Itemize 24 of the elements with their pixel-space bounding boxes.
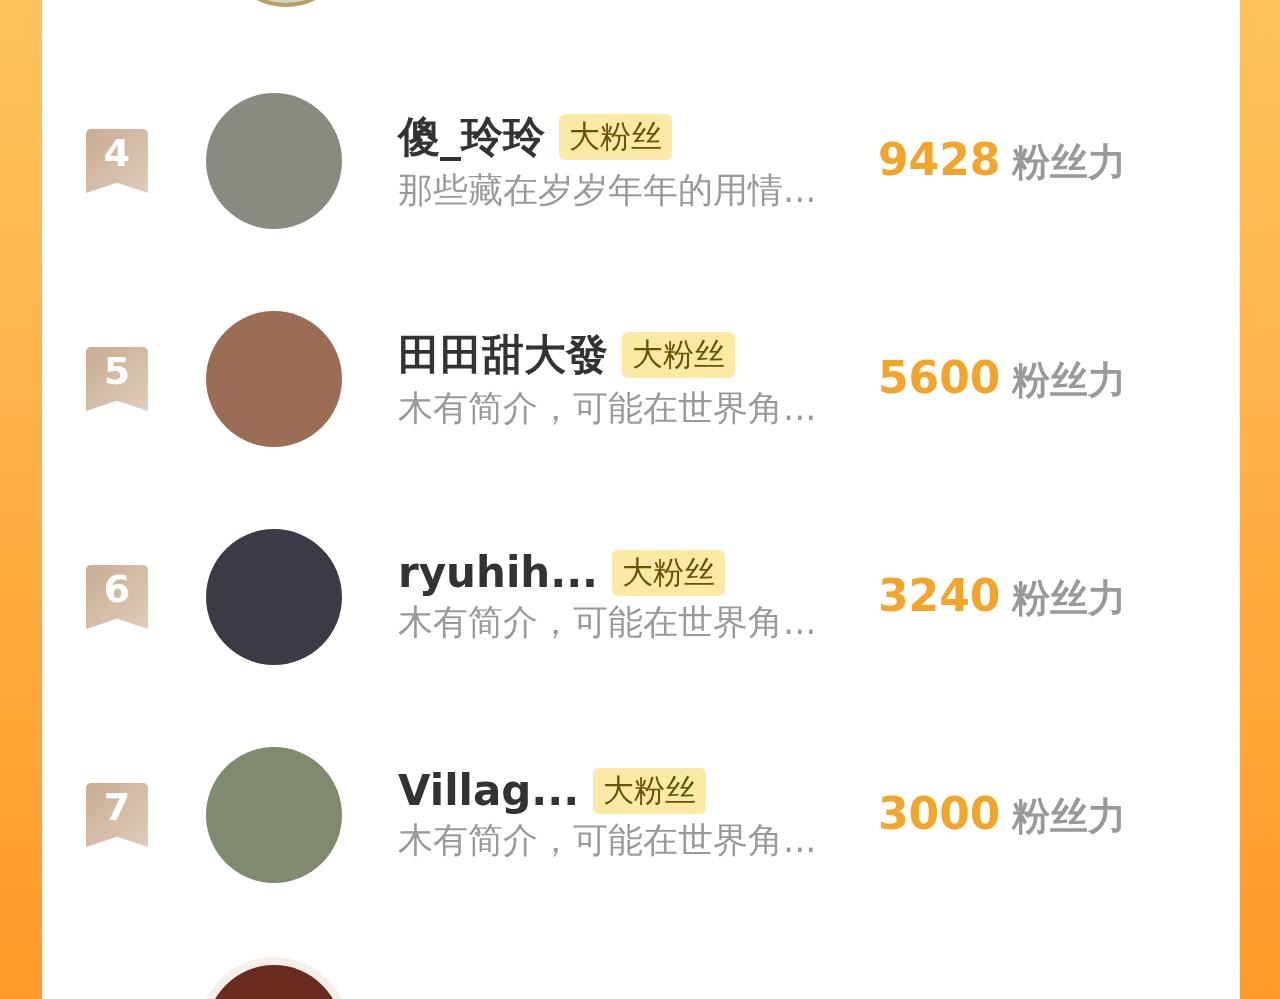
fan-power-label: 粉丝力 (1012, 357, 1127, 404)
rank-ribbon: 5 (86, 347, 148, 411)
fan-power-label: 粉丝力 (1012, 139, 1127, 186)
fan-power-value: 3000 (878, 788, 1001, 839)
user-intro: 木有简介，可能在世界角... (398, 819, 818, 862)
user-intro: 木有简介，可能在世界角... (398, 386, 818, 430)
fan-power-label: 粉丝力 (1012, 575, 1127, 622)
fan-level-badge: 大粉丝 (593, 767, 707, 814)
fan-level-badge: 大粉丝 (559, 113, 672, 160)
fan-power-value: 5600 (878, 352, 1001, 403)
rank-ribbon: 6 (86, 565, 148, 629)
user-name[interactable]: 傻_玲玲 (398, 108, 545, 165)
user-name[interactable]: ryuhih... (398, 548, 599, 597)
user-intro: 木有简介，可能在世界角... (398, 601, 818, 644)
rank-ribbon: 7 (86, 783, 148, 847)
user-name[interactable]: 田田甜大發 (398, 326, 608, 383)
user-name[interactable]: Villag... (398, 766, 580, 815)
fan-power-label: 粉丝力 (1012, 793, 1127, 840)
rank-ribbon: 4 (86, 129, 148, 193)
fan-level-badge: 大粉丝 (612, 549, 726, 596)
user-intro: 那些藏在岁岁年年的用情... (398, 168, 818, 212)
fan-power-value: 9428 (878, 134, 1001, 185)
fan-level-badge: 大粉丝 (622, 331, 735, 378)
fan-power-value: 3240 (878, 570, 1001, 621)
